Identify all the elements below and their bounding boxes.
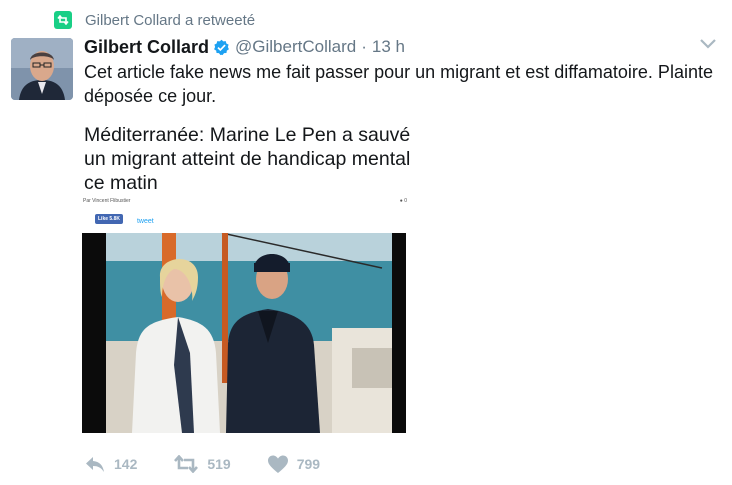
- reply-icon: [86, 457, 104, 472]
- retweet-context: Gilbert Collard a retweeté: [54, 10, 255, 30]
- tweet-text: Cet article fake news me fait passer pou…: [84, 62, 713, 106]
- user-handle[interactable]: @GilbertCollard: [235, 37, 356, 57]
- article-byline: Par Vincent Flibustier ● 0: [83, 198, 407, 208]
- tweet-timestamp[interactable]: 13 h: [372, 37, 405, 57]
- tweet-actions: 142 519 799: [84, 452, 356, 476]
- retweet-label[interactable]: Gilbert Collard a retweeté: [85, 12, 255, 29]
- comment-count-value: 0: [404, 198, 407, 204]
- reply-button[interactable]: 142: [84, 455, 137, 473]
- like-count: 799: [296, 456, 321, 472]
- avatar[interactable]: [11, 38, 73, 100]
- tweet-header: Gilbert Collard @GilbertCollard · 13 h: [84, 35, 405, 59]
- article-photo[interactable]: [82, 233, 406, 433]
- twitter-tweet-button[interactable]: tweet: [137, 218, 154, 225]
- article-share-row: Like 5.8K tweet: [95, 213, 154, 225]
- verified-badge-icon: [214, 39, 229, 55]
- facebook-like-button[interactable]: Like 5.8K: [95, 214, 123, 224]
- article-comment-count: ● 0: [399, 198, 407, 204]
- heart-icon: [267, 455, 288, 473]
- retweet-icon: [54, 11, 72, 29]
- reply-count: 142: [114, 456, 138, 472]
- like-button[interactable]: 799: [267, 455, 320, 474]
- chevron-down-icon[interactable]: [698, 36, 718, 52]
- separator-dot: ·: [361, 37, 367, 56]
- retweet-action-icon: [174, 455, 199, 473]
- retweet-button[interactable]: 519: [173, 455, 231, 473]
- article-title[interactable]: Méditerranée: Marine Le Pen a sauvé un m…: [84, 123, 424, 195]
- display-name[interactable]: Gilbert Collard: [84, 37, 209, 58]
- article-author: Par Vincent Flibustier: [83, 198, 131, 204]
- retweet-count: 519: [207, 456, 231, 472]
